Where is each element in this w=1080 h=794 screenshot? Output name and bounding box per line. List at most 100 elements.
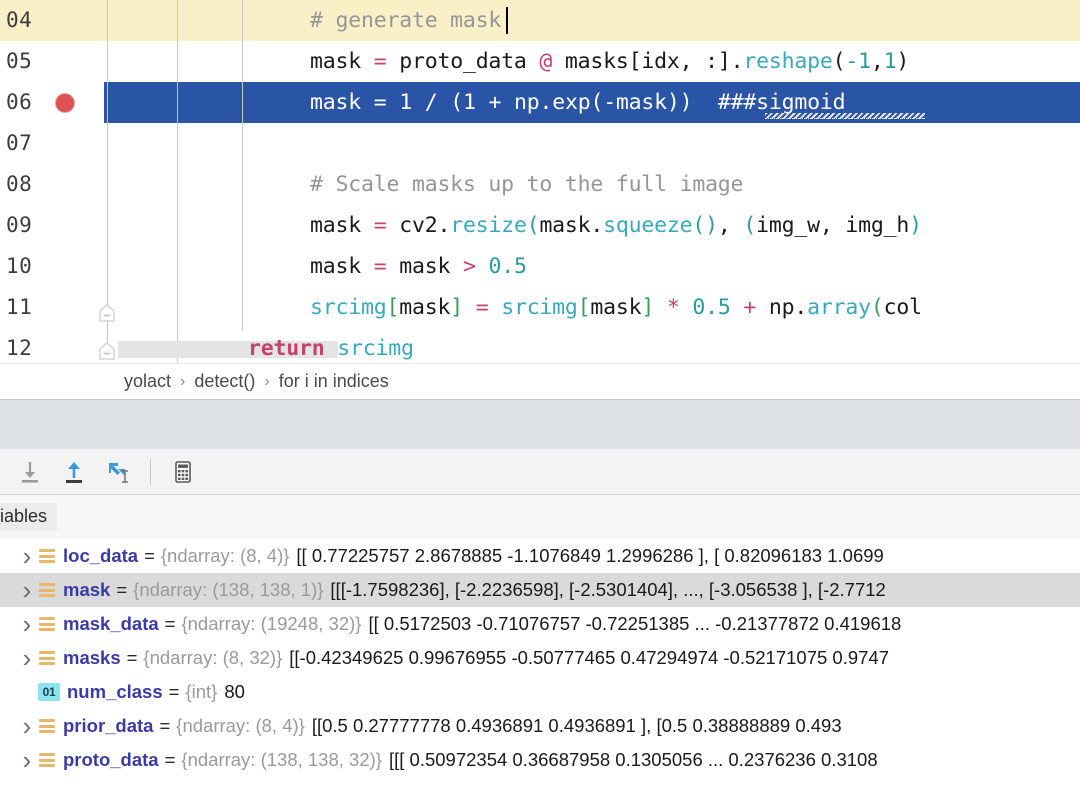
code-token: squeeze <box>603 213 693 238</box>
debugger-toolbar[interactable] <box>0 449 1080 495</box>
code-token: ) <box>909 213 922 238</box>
step-out-icon[interactable] <box>52 452 96 492</box>
variable-row-selected[interactable]: › mask = {ndarray: (138, 138, 1)} [[[-1.7598… <box>0 573 1080 607</box>
code-token: ] <box>717 49 731 74</box>
code-token: reshape <box>743 49 833 74</box>
code-line-text: # Scale masks up to the full image <box>310 164 744 205</box>
breadcrumb-item-1[interactable]: detect() <box>194 371 255 392</box>
breadcrumb-separator: › <box>264 372 270 390</box>
code-token: # Scale masks up to the full image <box>310 172 744 197</box>
current-line-highlight <box>0 0 1080 41</box>
variables-list[interactable]: › loc_data = {ndarray: (8, 4)}[[ 0.77225757… <box>0 539 1080 794</box>
editor-gutter[interactable]: 04 <box>0 0 90 41</box>
code-token: resize <box>450 213 527 238</box>
line-number: 12 <box>6 336 33 360</box>
code-token: proto_data <box>386 49 540 74</box>
code-token: array <box>807 295 871 320</box>
chevron-right-icon[interactable]: › <box>16 711 38 742</box>
array-icon <box>38 582 56 598</box>
editor-gutter[interactable]: 12 <box>0 328 90 363</box>
variable-value: [[[-1.7598236], [-2.2236598], [-2.530140… <box>330 579 886 600</box>
chevron-right-icon[interactable]: › <box>16 575 38 606</box>
chevron-right-icon[interactable]: › <box>16 745 38 776</box>
code-line-text: mask = mask > 0.5 <box>310 246 527 287</box>
code-token: col <box>883 295 922 320</box>
editor-gutter[interactable]: 05 <box>0 41 90 82</box>
code-token: srcimg <box>337 336 414 361</box>
variable-row[interactable]: ›01num_class={int}80 <box>0 675 1080 709</box>
code-line[interactable]: 04 # generate mask <box>0 0 1080 41</box>
code-token: [ <box>577 295 591 320</box>
code-line-text: mask = proto_data @ masks[idx, :].reshap… <box>310 41 909 82</box>
variables-tab-label[interactable]: riables <box>0 503 58 531</box>
code-token: mask <box>386 254 463 279</box>
run-to-cursor-icon[interactable] <box>96 452 140 492</box>
code-token: / <box>411 90 451 115</box>
variable-type: {ndarray: (8, 4)} <box>176 715 305 736</box>
code-line[interactable]: 06 mask = 1 / (1 + np.exp(-mask)) ###sigm… <box>0 82 1080 123</box>
code-line[interactable]: 09 mask = cv2.resize(mask.squeeze(), (img… <box>0 205 1080 246</box>
code-token: mask <box>590 295 642 320</box>
variable-value: [[0.5 0.27777778 0.4936891 0.4936891 ], … <box>311 715 842 736</box>
variable-name: num_class <box>67 681 163 702</box>
code-token: ( <box>590 90 604 115</box>
code-token: [ <box>386 295 400 320</box>
chevron-right-icon[interactable]: › <box>16 609 38 640</box>
editor-gutter[interactable]: 10 <box>0 246 90 287</box>
variable-row[interactable]: › proto_data = {ndarray: (138, 138, 32)} [[[… <box>0 743 1080 777</box>
variable-row[interactable]: › loc_data = {ndarray: (8, 4)} [[ 0.77225757… <box>0 539 1080 573</box>
code-editor[interactable]: 04 # generate mask 05 mask = proto_data @ m… <box>0 0 1080 363</box>
line-number: 11 <box>6 295 33 319</box>
variable-value: 80 <box>224 681 245 702</box>
variable-equals: = <box>164 613 176 634</box>
code-token: @ <box>539 49 553 74</box>
code-line[interactable]: 05 mask = proto_data @ masks[idx, :].resh… <box>0 41 1080 82</box>
int-type-icon: 01 <box>38 683 60 701</box>
code-token: ( <box>870 295 884 320</box>
code-token: + <box>730 295 769 320</box>
inspection-squiggle <box>765 113 925 119</box>
chevron-right-icon[interactable]: › <box>16 541 38 572</box>
code-lines[interactable]: 04 # generate mask 05 mask = proto_data @ m… <box>0 0 1080 363</box>
code-token: [ <box>628 49 642 74</box>
code-token: > <box>462 254 476 279</box>
variables-tab-header[interactable]: riables <box>0 495 1080 540</box>
variable-type: {int} <box>185 681 218 702</box>
debugger-tab-bar[interactable] <box>0 399 1080 450</box>
breadcrumb-item-0[interactable]: yolact <box>124 371 171 392</box>
variable-type: {ndarray: (8, 4)} <box>160 545 290 566</box>
code-token: mask <box>310 254 374 279</box>
step-into-icon[interactable] <box>8 452 52 492</box>
array-icon <box>38 616 56 632</box>
variable-value: [[ 0.77225757 2.8678885 -1.1076849 1.299… <box>296 545 884 566</box>
code-fold-marker[interactable] <box>96 340 118 363</box>
breakpoint-icon[interactable] <box>56 94 74 112</box>
editor-gutter[interactable]: 09 <box>0 205 90 246</box>
code-token: mask <box>310 90 374 115</box>
chevron-right-icon[interactable]: › <box>16 643 38 674</box>
code-line[interactable]: 10 mask = mask > 0.5 <box>0 246 1080 287</box>
code-fold-marker[interactable] <box>96 302 118 326</box>
variable-row[interactable]: › prior_data = {ndarray: (8, 4)} [[0.5 0.277… <box>0 709 1080 743</box>
variable-row[interactable]: › mask_data = {ndarray: (19248, 32)} [[ 0.51… <box>0 607 1080 641</box>
evaluate-expression-icon[interactable] <box>161 452 205 492</box>
code-line[interactable]: 07 <box>0 123 1080 164</box>
line-number: 10 <box>6 254 33 278</box>
variable-equals: = <box>116 579 128 600</box>
code-token: img_w, img_h <box>756 213 910 238</box>
editor-gutter[interactable]: 11 <box>0 287 90 328</box>
code-token: )) <box>666 90 693 115</box>
breadcrumb[interactable]: yolact › detect() › for i in indices <box>0 363 1080 399</box>
editor-gutter[interactable]: 08 <box>0 164 90 205</box>
editor-gutter[interactable]: 06 <box>0 82 90 123</box>
variable-row[interactable]: › masks = {ndarray: (8, 32)} [[-0.42349625 0… <box>0 641 1080 675</box>
code-line[interactable]: 08 # Scale masks up to the full image <box>0 164 1080 205</box>
breadcrumb-item-2[interactable]: for i in indices <box>279 371 389 392</box>
code-line-text: mask = cv2.resize(mask.squeeze(), (img_w… <box>310 205 922 246</box>
code-token: 1 <box>462 90 476 115</box>
code-line[interactable]: 11 srcimg[mask] = srcimg[mask] * 0.5 + np… <box>0 287 1080 328</box>
breadcrumb-separator: › <box>180 372 186 390</box>
code-token: = <box>373 90 387 115</box>
editor-gutter[interactable]: 07 <box>0 123 90 164</box>
variable-name: prior_data <box>63 715 154 736</box>
